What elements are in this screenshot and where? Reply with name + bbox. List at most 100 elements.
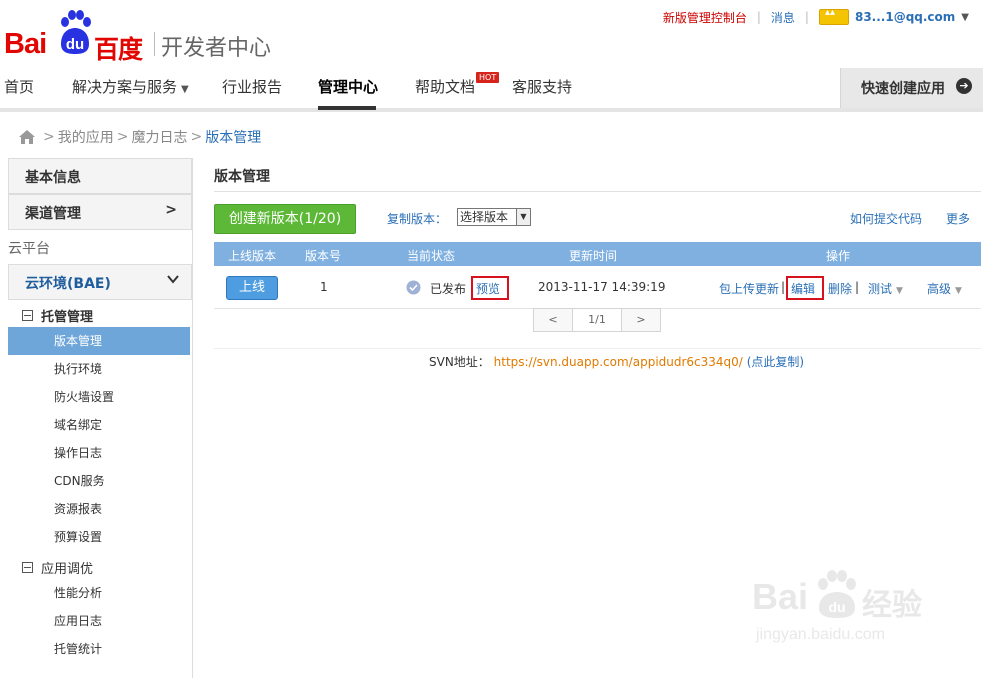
create-version-button[interactable]: 创建新版本(1/20) <box>214 204 356 234</box>
sidebar-item-domain[interactable]: 域名绑定 <box>8 411 190 439</box>
logo-cn-text: 百度 <box>94 35 143 64</box>
column-header: 更新时间 <box>569 249 618 263</box>
status-badge: 已发布 <box>430 282 467 296</box>
watermark-paw-icon: du <box>818 570 856 618</box>
how-to-submit-code-link[interactable]: 如何提交代码 <box>850 210 922 227</box>
logo-subtitle: 开发者中心 <box>161 36 272 61</box>
page-indicator: 1/1 <box>573 308 621 332</box>
sidebar-item-hosting-stats[interactable]: 托管统计 <box>8 635 190 663</box>
logo-separator <box>154 32 155 56</box>
advanced-dropdown[interactable]: 高级 ▼ <box>927 280 962 297</box>
jingyan-watermark: Bai du 经验 jingyan.baidu.com <box>752 566 952 656</box>
test-dropdown[interactable]: 测试 ▼ <box>868 280 903 297</box>
advanced-label: 高级 <box>927 282 952 296</box>
breadcrumb-separator: > <box>43 129 55 145</box>
divider <box>214 191 981 192</box>
nav-management[interactable]: 管理中心 <box>318 76 378 97</box>
copy-version-label: 复制版本： <box>387 212 448 226</box>
table-header: 上线版本 版本号 当前状态 更新时间 操作 <box>214 242 981 266</box>
logo-du-text: du <box>65 36 85 53</box>
sidebar-item-version-mgmt[interactable]: 版本管理 <box>8 327 190 355</box>
more-link[interactable]: 更多 <box>946 210 970 227</box>
chevron-down-icon: ▼ <box>181 84 189 95</box>
nav-help-docs[interactable]: 帮助文档 <box>415 76 475 97</box>
sidebar-item-label: 托管统计 <box>54 642 103 656</box>
column-header: 上线版本 <box>228 249 277 263</box>
new-console-link[interactable]: 新版管理控制台 <box>663 9 747 26</box>
chevron-down-icon <box>167 275 179 284</box>
update-time: 2013-11-17 14:39:19 <box>538 280 666 294</box>
sidebar-item-app-log[interactable]: 应用日志 <box>8 607 190 635</box>
messages-link[interactable]: 消息 <box>771 9 795 26</box>
watermark-url: jingyan.baidu.com <box>756 626 885 643</box>
divider <box>214 348 981 349</box>
chevron-down-icon: ▼ <box>516 209 530 225</box>
quick-create-label: 快速创建应用 <box>861 81 945 97</box>
sidebar-item-label: 执行环境 <box>54 362 103 376</box>
edit-link[interactable]: 编辑 <box>791 280 815 297</box>
sidebar-cloud-env[interactable]: 云环境(BAE) <box>8 264 192 300</box>
breadcrumb-separator: > <box>116 129 129 145</box>
sidebar-channel-mgmt[interactable]: 渠道管理 > <box>8 194 192 230</box>
sidebar-item-budget[interactable]: 预算设置 <box>8 523 190 551</box>
column-header: 版本号 <box>305 249 342 263</box>
breadcrumb-my-apps[interactable]: 我的应用 <box>58 127 114 147</box>
breadcrumb-separator: > <box>190 129 203 145</box>
sidebar-cloud-env-label: 云环境(BAE) <box>25 276 111 292</box>
sidebar-cloud-platform: 云平台 <box>8 241 50 257</box>
sidebar-item-op-log[interactable]: 操作日志 <box>8 439 190 467</box>
user-account-link[interactable]: 83...1@qq.com <box>855 10 955 24</box>
sidebar-item-cdn[interactable]: CDN服务 <box>8 467 190 495</box>
main-nav: 首页 解决方案与服务 ▼ 行业报告 管理中心 帮助文档 HOT 客服支持 快速创建… <box>0 68 983 112</box>
chevron-down-icon: ▼ <box>955 286 962 296</box>
nav-home[interactable]: 首页 <box>4 76 34 97</box>
sidebar-item-exec-env[interactable]: 执行环境 <box>8 355 190 383</box>
delete-link[interactable]: 删除 <box>828 280 852 297</box>
nav-solutions[interactable]: 解决方案与服务 ▼ <box>72 76 189 97</box>
nav-active-indicator <box>318 106 376 110</box>
sidebar-item-resource-report[interactable]: 资源报表 <box>8 495 190 523</box>
column-header: 操作 <box>826 249 851 263</box>
next-page-button[interactable]: > <box>621 308 661 332</box>
separator: | <box>855 280 860 294</box>
sidebar-item-label: 资源报表 <box>54 502 103 516</box>
separator: | <box>804 10 809 24</box>
sidebar-group-tuning[interactable]: 应用调优 <box>22 558 93 577</box>
arrow-right-icon: ➔ <box>956 78 972 94</box>
sidebar-group-hosting[interactable]: 托管管理 <box>22 306 93 325</box>
separator: | <box>781 280 786 294</box>
sidebar-group-tuning-label: 应用调优 <box>41 562 94 577</box>
sidebar-item-perf[interactable]: 性能分析 <box>8 579 190 607</box>
svn-address: SVN地址： https://svn.duapp.com/appidudr6c3… <box>429 353 804 370</box>
home-icon[interactable] <box>18 129 36 145</box>
sidebar-item-label: 性能分析 <box>54 586 103 600</box>
select-value: 选择版本 <box>460 210 509 224</box>
copy-version-select[interactable]: 选择版本 ▼ <box>457 208 531 226</box>
package-upload-link[interactable]: 包上传更新 <box>719 280 779 297</box>
top-links: 新版管理控制台 | 消息 | 83...1@qq.com ▼ <box>663 7 969 27</box>
nav-reports[interactable]: 行业报告 <box>222 76 282 97</box>
separator: | <box>756 10 761 24</box>
quick-create-app-button[interactable]: 快速创建应用 ➔ <box>840 68 983 108</box>
user-level-icon <box>818 7 849 25</box>
version-number: 1 <box>320 280 328 294</box>
nav-support[interactable]: 客服支持 <box>512 76 572 97</box>
sidebar-basic-info[interactable]: 基本信息 <box>8 158 192 194</box>
test-label: 测试 <box>868 282 893 296</box>
prev-page-button[interactable]: < <box>533 308 573 332</box>
column-header: 当前状态 <box>407 249 456 263</box>
baidu-logo[interactable]: Bai du 百度 开发者中心 <box>4 10 294 64</box>
preview-link[interactable]: 预览 <box>476 280 500 297</box>
copy-svn-link[interactable]: (点此复制) <box>747 355 804 369</box>
sidebar-item-firewall[interactable]: 防火墙设置 <box>8 383 190 411</box>
svn-label: SVN地址： <box>429 355 490 369</box>
sidebar-group-hosting-label: 托管管理 <box>41 310 94 325</box>
svn-url[interactable]: https://svn.duapp.com/appidudr6c334q0/ <box>494 355 743 369</box>
watermark-bai: Bai <box>752 576 809 617</box>
table-row: 上线 1 已发布 预览 2013-11-17 14:39:19 包上传更新 | … <box>214 268 981 309</box>
sidebar-item-label: 操作日志 <box>54 446 103 460</box>
go-online-button[interactable]: 上线 <box>226 276 278 300</box>
breadcrumb-app[interactable]: 魔力日志 <box>131 127 187 147</box>
chevron-down-icon[interactable]: ▼ <box>961 12 969 23</box>
sidebar-item-label: CDN服务 <box>54 474 105 488</box>
